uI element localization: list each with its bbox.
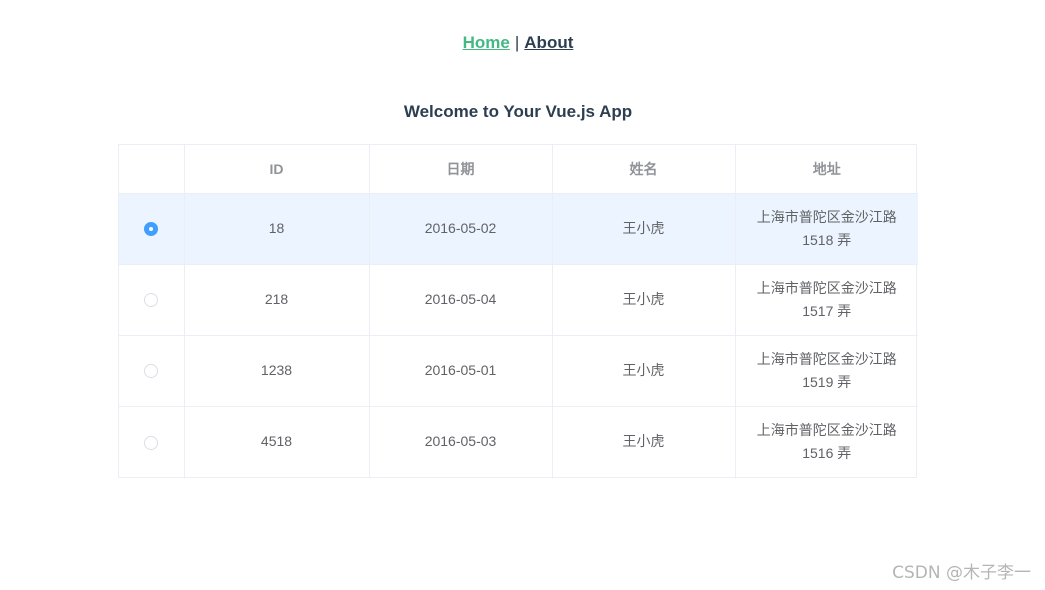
id-cell: 4518 bbox=[184, 406, 370, 477]
date-cell: 2016-05-04 bbox=[369, 264, 553, 336]
table-row[interactable]: 1238 2016-05-01 王小虎 上海市普陀区金沙江路 1519 弄 bbox=[119, 335, 918, 407]
nav-separator: | bbox=[514, 33, 520, 52]
address-cell: 上海市普陀区金沙江路 1519 弄 bbox=[735, 335, 918, 407]
column-header-address[interactable]: 地址 bbox=[735, 145, 918, 194]
name-cell: 王小虎 bbox=[552, 193, 736, 265]
date-cell: 2016-05-01 bbox=[369, 335, 553, 407]
date-cell: 2016-05-02 bbox=[369, 193, 553, 265]
select-cell[interactable] bbox=[119, 406, 185, 477]
nav-link-about[interactable]: About bbox=[524, 33, 573, 52]
address-cell: 上海市普陀区金沙江路 1518 弄 bbox=[735, 193, 918, 265]
nav-link-home[interactable]: Home bbox=[463, 33, 510, 52]
table-row[interactable]: 218 2016-05-04 王小虎 上海市普陀区金沙江路 1517 弄 bbox=[119, 264, 918, 336]
page: Home | About Welcome to Your Vue.js App ID… bbox=[0, 0, 1045, 590]
select-cell[interactable] bbox=[119, 264, 185, 336]
row-radio[interactable] bbox=[144, 435, 159, 450]
page-title: Welcome to Your Vue.js App bbox=[403, 102, 633, 121]
top-nav: Home | About bbox=[0, 32, 1036, 54]
row-radio[interactable] bbox=[144, 364, 159, 379]
name-cell: 王小虎 bbox=[552, 335, 736, 407]
column-header-date[interactable]: 日期 bbox=[369, 145, 553, 194]
date-cell: 2016-05-03 bbox=[369, 406, 553, 477]
table-header-row: ID 日期 姓名 地址 bbox=[119, 145, 918, 194]
address-cell: 上海市普陀区金沙江路 1516 弄 bbox=[756, 421, 897, 461]
name-cell: 王小虎 bbox=[552, 264, 736, 336]
id-cell: 218 bbox=[184, 264, 370, 336]
data-table: ID 日期 姓名 地址 18 2016-05-02 王小虎 上海市普陀区金沙江路… bbox=[118, 144, 918, 478]
select-cell[interactable] bbox=[119, 193, 185, 265]
name-cell: 王小虎 bbox=[552, 406, 736, 477]
select-cell[interactable] bbox=[119, 335, 185, 407]
column-header-id[interactable]: ID bbox=[184, 145, 370, 194]
id-cell: 1238 bbox=[184, 335, 370, 407]
address-cell: 上海市普陀区金沙江路 1517 弄 bbox=[735, 264, 918, 336]
column-header-select bbox=[119, 145, 185, 194]
watermark: CSDN @木子李一 bbox=[892, 563, 1031, 583]
column-header-name[interactable]: 姓名 bbox=[552, 145, 736, 194]
table-row[interactable]: 18 2016-05-02 王小虎 上海市普陀区金沙江路 1518 弄 bbox=[119, 193, 918, 265]
table-row[interactable]: 4518 2016-05-03 王小虎 上海市普陀区金沙江路 1516 弄 bbox=[119, 406, 918, 477]
row-radio[interactable] bbox=[144, 222, 159, 237]
id-cell: 18 bbox=[184, 193, 370, 265]
row-radio[interactable] bbox=[144, 293, 159, 308]
